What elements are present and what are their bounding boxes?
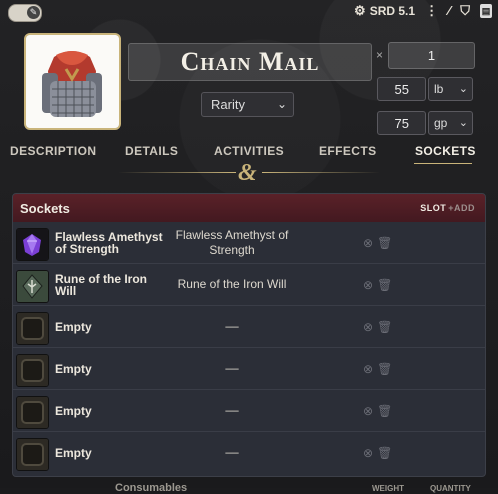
rarity-label: Rarity (211, 97, 245, 112)
socket-description: Flawless Amethyst of Strength (175, 227, 289, 257)
socket-row[interactable]: Flawless Amethyst of Strength Flawless A… (13, 222, 485, 264)
item-portrait[interactable] (24, 33, 121, 130)
next-section-peek: Consumables WEIGHT QUANTITY (0, 476, 498, 494)
edit-mode-toggle[interactable]: ✎ (8, 4, 42, 22)
gear-icon: ⚙ (354, 3, 366, 18)
consumables-label: Consumables (115, 482, 188, 494)
remove-icon[interactable]: ⊗ (363, 362, 373, 376)
sockets-title: Sockets (20, 200, 70, 216)
weight-value: 55 (394, 81, 409, 97)
socket-name: Flawless Amethyst of Strength (55, 229, 163, 256)
socket-name: Empty (55, 445, 92, 460)
socket-name: Empty (55, 403, 92, 418)
add-slot-button[interactable]: +ADD (448, 203, 475, 213)
trash-icon[interactable]: 🗑 (377, 236, 392, 250)
socket-row[interactable]: Empty –– ⊗ 🗑 (13, 432, 485, 473)
weight-unit-select[interactable]: lb ⌄ (428, 77, 473, 101)
remove-icon[interactable]: ⊗ (363, 404, 373, 418)
tab-description[interactable]: DESCRIPTION (10, 144, 96, 158)
tab-activities[interactable]: ACTIVITIES (214, 144, 284, 158)
divider-right (262, 172, 380, 173)
socket-description: –– (225, 445, 239, 459)
empty-slot-icon (16, 312, 49, 345)
chevron-down-icon: ⌄ (458, 117, 468, 129)
sockets-panel: Sockets SLOT +ADD Flawless Amethyst of S… (12, 193, 486, 477)
weight-header: WEIGHT (372, 484, 404, 493)
chevron-down-icon: ⌄ (276, 97, 287, 111)
socket-description: –– (225, 319, 239, 333)
active-tab-indicator (414, 163, 472, 164)
socket-name: Empty (55, 319, 92, 334)
tab-sockets[interactable]: SOCKETS (415, 144, 476, 158)
empty-slot-icon (16, 354, 49, 387)
item-name: Chain Mail (180, 47, 320, 76)
trash-icon[interactable]: 🗑 (377, 362, 392, 376)
socket-row[interactable]: Empty –– ⊗ 🗑 (13, 348, 485, 390)
kebab-menu-icon[interactable]: ⋮ (425, 3, 438, 19)
remove-icon[interactable]: ⊗ (363, 320, 373, 334)
amethyst-gem-icon (16, 228, 49, 261)
socket-description: –– (225, 403, 239, 417)
quantity-input[interactable]: 1 (388, 42, 475, 69)
item-name-field[interactable]: Chain Mail (128, 43, 372, 81)
socket-row[interactable]: Rune of the Iron Will Rune of the Iron W… (13, 264, 485, 306)
chevron-down-icon: ⌄ (458, 83, 468, 95)
socket-description: Rune of the Iron Will (177, 277, 287, 291)
quantity-value: 1 (427, 48, 436, 63)
empty-slot-icon (16, 396, 49, 429)
chain-mail-image (26, 35, 119, 128)
weight-input[interactable]: 55 (377, 77, 426, 101)
tab-details[interactable]: DETAILS (125, 144, 178, 158)
slot-label: SLOT (420, 203, 447, 213)
weight-unit: lb (434, 82, 444, 96)
trash-icon[interactable]: 🗑 (377, 278, 392, 292)
tab-effects[interactable]: EFFECTS (319, 144, 376, 158)
price-input[interactable]: 75 (377, 111, 426, 135)
srd-source[interactable]: ⚙ SRD 5.1 (354, 3, 415, 19)
top-bar: ✎ ⚙ SRD 5.1 ⋮ ⁄ ⛉ ▤ (0, 0, 498, 24)
quantity-header: QUANTITY (430, 484, 471, 493)
remove-icon[interactable]: ⊗ (363, 236, 373, 250)
socket-row[interactable]: Empty –– ⊗ 🗑 (13, 390, 485, 432)
price-unit-select[interactable]: gp ⌄ (428, 111, 473, 135)
shield-icon[interactable]: ⛉ (460, 3, 470, 19)
remove-icon[interactable]: ⊗ (363, 446, 373, 460)
price-unit: gp (434, 116, 448, 130)
ampersand-divider: & (238, 160, 257, 186)
price-value: 75 (394, 115, 409, 131)
rune-icon (16, 270, 49, 303)
socket-name: Empty (55, 361, 92, 376)
empty-slot-icon (16, 438, 49, 471)
divider-left (118, 172, 236, 173)
remove-icon[interactable]: ⊗ (363, 278, 373, 292)
trash-icon[interactable]: 🗑 (377, 446, 392, 460)
trash-icon[interactable]: 🗑 (377, 320, 392, 334)
srd-label: SRD 5.1 (369, 4, 416, 18)
document-icon[interactable]: ▤ (480, 4, 492, 18)
socket-description: –– (225, 361, 239, 375)
trash-icon[interactable]: 🗑 (377, 404, 392, 418)
quantity-multiplier: × (376, 48, 384, 62)
sockets-header: Sockets SLOT +ADD (13, 194, 485, 222)
rarity-select[interactable]: Rarity ⌄ (201, 92, 294, 117)
socket-row[interactable]: Empty –– ⊗ 🗑 (13, 306, 485, 348)
wrench-icon: ✎ (27, 6, 40, 19)
socket-name: Rune of the Iron Will (55, 271, 147, 298)
magic-wand-icon[interactable]: ⁄ (448, 3, 450, 19)
